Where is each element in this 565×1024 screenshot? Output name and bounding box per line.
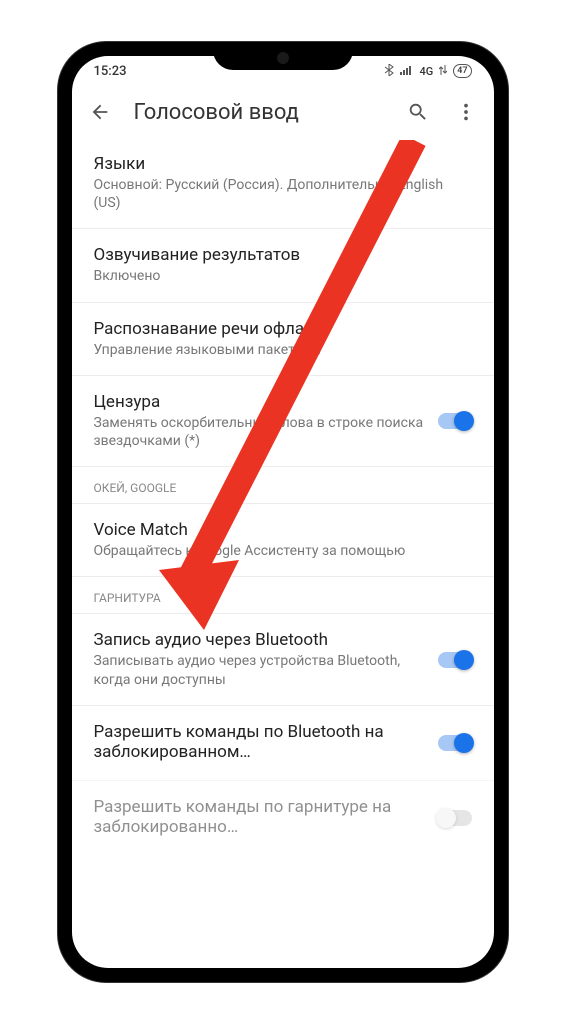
bluetooth-locked-item[interactable]: Разрешить команды по Bluetooth на заблок… — [72, 705, 494, 780]
item-title: Цензура — [94, 392, 428, 412]
screen: 15:23 4G 47 Голосовой ввод — [72, 56, 494, 968]
item-subtitle: Обращайтесь к Google Ассистенту за помощ… — [94, 542, 472, 560]
bluetooth-locked-toggle[interactable] — [438, 735, 472, 751]
page-title: Голосовой ввод — [134, 100, 384, 125]
app-bar: Голосовой ввод — [72, 86, 494, 138]
network-arrows-icon — [439, 65, 447, 78]
headset-locked-toggle[interactable] — [438, 810, 472, 826]
notch — [213, 42, 353, 70]
battery-icon: 47 — [453, 64, 471, 78]
headset-locked-item[interactable]: Разрешить команды по гарнитуре на заблок… — [72, 780, 494, 855]
item-title: Разрешить команды по гарнитуре на заблок… — [94, 797, 428, 837]
item-subtitle: Записывать аудио через устройства Blueto… — [94, 652, 428, 688]
item-title: Языки — [94, 154, 472, 174]
item-title: Запись аудио через Bluetooth — [94, 630, 428, 650]
bluetooth-icon — [384, 64, 394, 79]
item-subtitle: Заменять оскорбительные слова в строке п… — [94, 414, 428, 450]
status-time: 15:23 — [94, 64, 127, 79]
item-subtitle: Основной: Русский (Россия). Дополнительн… — [94, 176, 472, 212]
status-indicators: 4G 47 — [384, 64, 472, 79]
section-headset: ГАРНИТУРА — [72, 576, 494, 613]
more-button[interactable] — [452, 98, 480, 126]
item-title: Озвучивание результатов — [94, 245, 472, 265]
speech-output-item[interactable]: Озвучивание результатов Включено — [72, 228, 494, 301]
censorship-toggle[interactable] — [438, 413, 472, 429]
item-title: Распознавание речи офлайн — [94, 319, 472, 339]
languages-item[interactable]: Языки Основной: Русский (Россия). Дополн… — [72, 138, 494, 228]
network-label: 4G — [420, 65, 434, 78]
back-button[interactable] — [86, 98, 114, 126]
section-ok-google: ОКЕЙ, GOOGLE — [72, 466, 494, 503]
voice-match-item[interactable]: Voice Match Обращайтесь к Google Ассисте… — [72, 503, 494, 576]
item-title: Voice Match — [94, 520, 472, 540]
settings-list: Языки Основной: Русский (Россия). Дополн… — [72, 138, 494, 855]
signal-icon — [400, 65, 414, 78]
item-subtitle: Управление языковыми пакетами — [94, 341, 472, 359]
offline-recognition-item[interactable]: Распознавание речи офлайн Управление язы… — [72, 302, 494, 375]
search-button[interactable] — [404, 98, 432, 126]
item-title: Разрешить команды по Bluetooth на заблок… — [94, 722, 428, 762]
bluetooth-audio-toggle[interactable] — [438, 652, 472, 668]
censorship-item[interactable]: Цензура Заменять оскорбительные слова в … — [72, 375, 494, 466]
bluetooth-audio-item[interactable]: Запись аудио через Bluetooth Записывать … — [72, 613, 494, 704]
item-subtitle: Включено — [94, 267, 472, 285]
phone-frame: 15:23 4G 47 Голосовой ввод — [58, 42, 508, 982]
